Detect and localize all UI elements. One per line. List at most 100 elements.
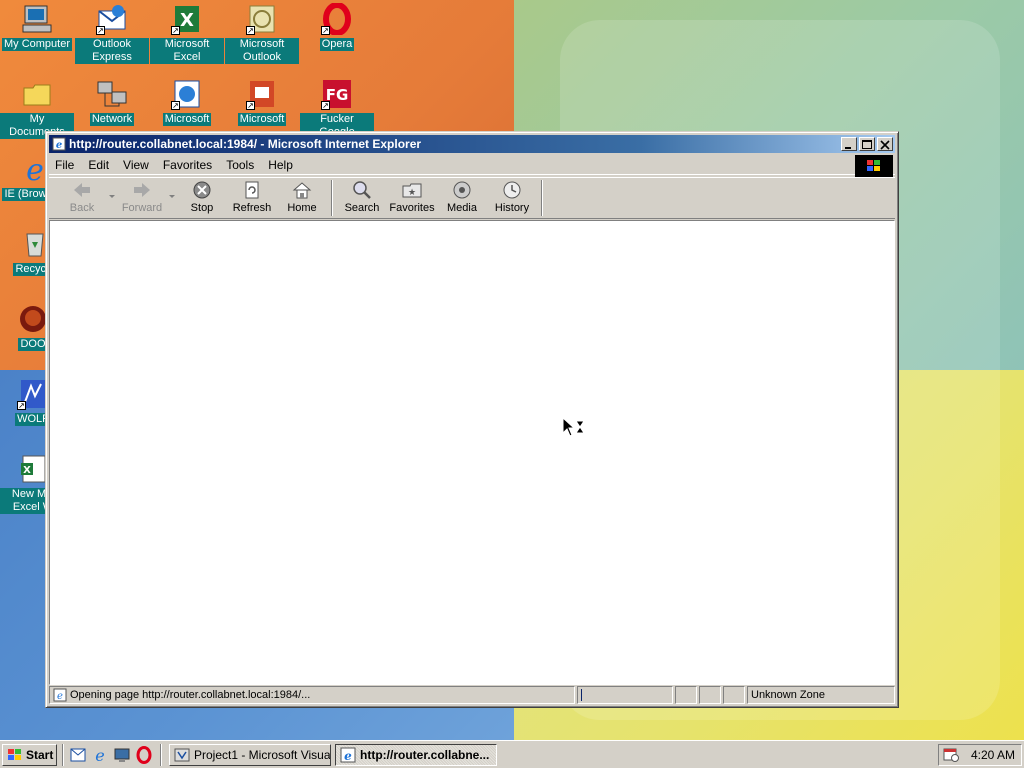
quicklaunch-outlook-icon[interactable]: [69, 746, 87, 764]
stop-label: Stop: [190, 202, 214, 214]
security-zone-panel: Unknown Zone: [747, 686, 895, 704]
forward-dropdown[interactable]: [167, 178, 177, 218]
minimize-button[interactable]: [841, 137, 857, 151]
desktop-icon-label: Microsoft Outlook: [225, 38, 299, 64]
desktop-icon-label: Opera: [319, 38, 355, 51]
close-button[interactable]: [877, 137, 893, 151]
menu-edit[interactable]: Edit: [88, 158, 109, 172]
favorites-icon: ★: [401, 180, 423, 200]
forward-button[interactable]: Forward: [117, 178, 167, 218]
menu-view[interactable]: View: [123, 158, 149, 172]
media-button[interactable]: Media: [437, 178, 487, 218]
opera-icon: ↗: [321, 2, 353, 36]
desktop-icon-label: Network: [89, 113, 135, 126]
quicklaunch-ie-icon[interactable]: e: [91, 746, 109, 765]
desktop-icon-label: DOO: [18, 338, 48, 351]
computer-icon: [21, 3, 53, 35]
scheduler-icon[interactable]: [943, 746, 959, 765]
page-content-area[interactable]: [49, 220, 895, 685]
quicklaunch-desktop-icon[interactable]: [113, 746, 131, 764]
desktop-icon-my-documents[interactable]: My Documents: [0, 78, 74, 139]
search-icon: [351, 180, 373, 200]
stop-icon: [191, 180, 213, 200]
svg-text:e: e: [95, 746, 104, 764]
svg-text:e: e: [57, 691, 63, 702]
search-button[interactable]: Search: [337, 178, 387, 218]
menu-tools[interactable]: Tools: [226, 158, 254, 172]
outlook-icon: ↗: [246, 3, 278, 35]
shortcut-arrow-icon: ↗: [321, 101, 330, 110]
windows-logo-throbber: [855, 155, 893, 177]
busy-cursor-icon: [562, 416, 588, 439]
minimize-icon: [845, 147, 851, 149]
desktop-icon-label: My Computer: [1, 38, 73, 51]
menu-favorites[interactable]: Favorites: [163, 158, 212, 172]
desktop-icon-opera[interactable]: ↗ Opera: [300, 2, 374, 51]
forward-label: Forward: [121, 202, 163, 214]
desktop-icon-microsoft-outlook[interactable]: ↗ Microsoft Outlook: [225, 3, 299, 64]
taskbar: Start e Project1 - Microsoft Visual ... …: [0, 740, 1024, 768]
home-label: Home: [287, 202, 317, 214]
start-label: Start: [26, 747, 54, 762]
taskbar-button-internet-explorer[interactable]: e http://router.collabne...: [335, 743, 497, 766]
progress-indicator: [581, 689, 582, 701]
back-dropdown[interactable]: [107, 178, 117, 218]
svg-text:e: e: [344, 749, 352, 763]
desktop-icon-microsoft-excel[interactable]: X ↗ Microsoft Excel: [150, 3, 224, 64]
window-titlebar[interactable]: e http://router.collabnet.local:1984/ - …: [49, 135, 895, 153]
shortcut-arrow-icon: ↗: [246, 26, 255, 35]
menu-bar: File Edit View Favorites Tools Help: [49, 155, 895, 177]
status-text: Opening page http://router.collabnet.loc…: [70, 689, 311, 701]
history-label: History: [494, 202, 530, 214]
media-icon: [451, 180, 473, 200]
microsoft-app-icon: ↗: [171, 78, 203, 110]
desktop-icon-outlook-express[interactable]: ↗ Outlook Express: [75, 3, 149, 64]
start-button[interactable]: Start: [2, 743, 57, 766]
refresh-label: Refresh: [232, 202, 272, 214]
maximize-icon: [862, 140, 872, 149]
close-icon: [880, 140, 890, 150]
shortcut-arrow-icon: ↗: [171, 26, 180, 35]
page-loading-icon: e: [53, 688, 67, 703]
internet-explorer-window[interactable]: e http://router.collabnet.local:1984/ - …: [45, 131, 899, 708]
menu-help[interactable]: Help: [268, 158, 293, 172]
home-button[interactable]: Home: [277, 178, 327, 218]
desktop-icon-network[interactable]: Network: [75, 78, 149, 126]
task-label: http://router.collabne...: [360, 747, 490, 762]
desktop-icon-label: Microsoft: [162, 113, 212, 126]
svg-text:e: e: [26, 153, 44, 185]
refresh-icon: [241, 180, 263, 200]
status-bar: e Opening page http://router.collabnet.l…: [49, 686, 895, 704]
desktop-icon-fucker-google[interactable]: FG ↗ Fucker Google: [300, 78, 374, 139]
clock[interactable]: 4:20 AM: [971, 748, 1015, 762]
outlook-express-icon: ↗: [96, 3, 128, 35]
history-button[interactable]: History: [487, 178, 537, 218]
refresh-button[interactable]: Refresh: [227, 178, 277, 218]
maximize-button[interactable]: [859, 137, 875, 151]
status-text-panel: e Opening page http://router.collabnet.l…: [49, 686, 575, 704]
taskbar-button-visual-basic[interactable]: Project1 - Microsoft Visual ...: [169, 743, 331, 766]
status-progress-panel: [577, 686, 673, 704]
desktop-icon-my-computer[interactable]: My Computer: [0, 3, 74, 51]
toolbar-separator: [331, 180, 333, 216]
svg-text:X: X: [23, 465, 31, 476]
shortcut-arrow-icon: ↗: [171, 101, 180, 110]
windows-flag-icon: [867, 160, 880, 171]
system-tray: 4:20 AM: [938, 744, 1022, 766]
menu-file[interactable]: File: [55, 158, 74, 172]
desktop-icon-microsoft-1[interactable]: ↗ Microsoft: [150, 78, 224, 126]
stop-button[interactable]: Stop: [177, 178, 227, 218]
window-title: http://router.collabnet.local:1984/ - Mi…: [69, 137, 422, 151]
quicklaunch-opera-icon[interactable]: [135, 745, 153, 764]
favorites-button[interactable]: ★ Favorites: [387, 178, 437, 218]
desktop-icon-label: Microsoft: [237, 113, 287, 126]
toolbar-separator: [541, 180, 543, 216]
shortcut-arrow-icon: ↗: [17, 401, 26, 410]
favorites-label: Favorites: [389, 202, 435, 214]
svg-text:e: e: [56, 140, 62, 151]
ie-page-icon: e: [52, 137, 66, 151]
svg-text:X: X: [180, 10, 194, 31]
desktop-icon-microsoft-2[interactable]: ↗ Microsoft: [225, 78, 299, 126]
back-button[interactable]: Back: [57, 178, 107, 218]
status-panel-empty: [699, 686, 721, 704]
